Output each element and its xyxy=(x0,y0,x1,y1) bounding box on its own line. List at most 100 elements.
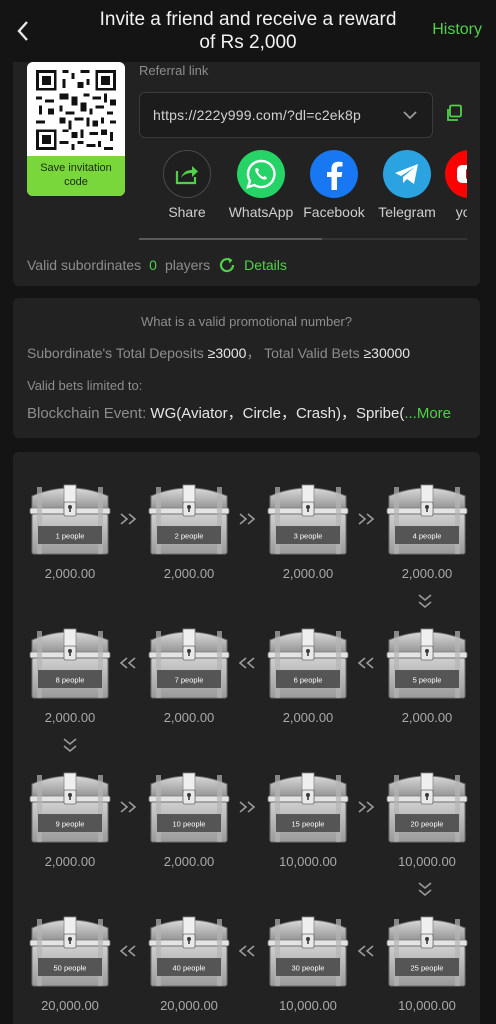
valid-subordinates-row: Valid subordinates 0 players Details xyxy=(27,255,287,275)
reward-chest[interactable]: 7 people 2,000.00 xyxy=(144,626,234,725)
chest-icon: 4 people xyxy=(386,484,468,555)
reward-chest[interactable]: 8 people 2,000.00 xyxy=(25,626,115,725)
chest-reward-amount: 2,000.00 xyxy=(44,710,96,725)
chest-reward-amount: 2,000.00 xyxy=(44,854,96,869)
chest-reward-amount: 20,000.00 xyxy=(41,998,99,1013)
arrow-down-icon xyxy=(62,738,82,753)
share-option-youtube[interactable]: yout xyxy=(433,150,467,220)
referral-card: Save invitation code Referral link https… xyxy=(13,52,480,286)
valid-subordinates-unit: players xyxy=(164,257,211,273)
share-option-facebook[interactable]: Facebook xyxy=(298,150,370,220)
chest-reward-amount: 2,000.00 xyxy=(163,710,215,725)
svg-text:10 people: 10 people xyxy=(173,820,206,829)
event-label: Blockchain Event: xyxy=(27,405,147,422)
svg-text:9 people: 9 people xyxy=(56,820,85,829)
youtube-icon xyxy=(445,150,467,198)
arrow-right-icon xyxy=(238,512,258,526)
svg-text:50 people: 50 people xyxy=(54,964,87,973)
reward-chest[interactable]: 15 people 10,000.00 xyxy=(263,770,353,869)
reward-chest[interactable]: 40 people 20,000.00 xyxy=(144,914,234,1013)
arrow-left-icon xyxy=(238,656,258,670)
chest-reward-amount: 10,000.00 xyxy=(279,854,337,869)
chest-reward-amount: 2,000.00 xyxy=(44,566,96,581)
qr-code-panel: Save invitation code xyxy=(27,62,125,196)
chest-reward-amount: 2,000.00 xyxy=(401,566,453,581)
reward-chest[interactable]: 1 people 2,000.00 xyxy=(25,482,115,581)
svg-text:30 people: 30 people xyxy=(292,964,325,973)
chest-icon: 2 people xyxy=(148,484,230,555)
chest-reward-amount: 2,000.00 xyxy=(282,566,334,581)
arrow-right-icon xyxy=(357,512,377,526)
copy-icon[interactable] xyxy=(445,104,463,122)
qr-code[interactable] xyxy=(33,67,119,153)
share-option-whatsapp[interactable]: WhatsApp xyxy=(225,150,297,220)
share-options: Share WhatsApp Facebook Telegram yout xyxy=(149,150,467,230)
reward-chest[interactable]: 25 people 10,000.00 xyxy=(382,914,472,1013)
back-button[interactable] xyxy=(10,18,36,44)
top-bar: Invite a friend and receive a reward of … xyxy=(0,0,496,62)
chevron-down-icon xyxy=(403,111,417,120)
bets-label: Total Valid Bets xyxy=(264,345,360,361)
chest-reward-amount: 10,000.00 xyxy=(279,998,337,1013)
chest-reward-amount: 2,000.00 xyxy=(163,566,215,581)
chest-icon: 40 people xyxy=(148,916,230,987)
svg-text:20 people: 20 people xyxy=(411,820,444,829)
reward-chest[interactable]: 50 people 20,000.00 xyxy=(25,914,115,1013)
more-link[interactable]: ...More xyxy=(404,405,451,422)
share-option-label: Share xyxy=(168,204,206,220)
telegram-icon xyxy=(383,150,431,198)
chest-reward-amount: 2,000.00 xyxy=(163,854,215,869)
reward-chest[interactable]: 20 people 10,000.00 xyxy=(382,770,472,869)
chest-icon: 10 people xyxy=(148,772,230,843)
share-option-share[interactable]: Share xyxy=(151,150,223,220)
arrow-left-icon xyxy=(119,944,139,958)
svg-text:25 people: 25 people xyxy=(411,964,444,973)
share-icon xyxy=(163,150,211,198)
whatsapp-icon xyxy=(237,150,285,198)
chest-reward-amount: 2,000.00 xyxy=(282,710,334,725)
chevron-left-icon xyxy=(17,21,28,41)
referral-link-field[interactable]: https://222y999.com/?dl=c2ek8p xyxy=(139,92,433,138)
reward-chest[interactable]: 6 people 2,000.00 xyxy=(263,626,353,725)
history-link[interactable]: History xyxy=(432,21,482,39)
valid-bets-limited-label: Valid bets limited to: xyxy=(27,378,143,393)
arrow-down-icon xyxy=(417,882,437,897)
facebook-icon xyxy=(310,150,358,198)
page-title: Invite a friend and receive a reward of … xyxy=(99,9,397,53)
chest-reward-amount: 20,000.00 xyxy=(160,998,218,1013)
bets-value: ≥30000 xyxy=(363,345,411,361)
referral-link-value: https://222y999.com/?dl=c2ek8p xyxy=(153,107,361,123)
referral-link-label: Referral link xyxy=(139,63,209,78)
reward-chest[interactable]: 3 people 2,000.00 xyxy=(263,482,353,581)
chest-icon: 1 people xyxy=(29,484,111,555)
reward-chest[interactable]: 9 people 2,000.00 xyxy=(25,770,115,869)
svg-text:7 people: 7 people xyxy=(175,676,204,685)
svg-text:8 people: 8 people xyxy=(56,676,85,685)
reward-chest[interactable]: 4 people 2,000.00 xyxy=(382,482,472,581)
chest-icon: 7 people xyxy=(148,628,230,699)
reward-chest[interactable]: 2 people 2,000.00 xyxy=(144,482,234,581)
share-scrollbar[interactable] xyxy=(139,238,467,240)
refresh-icon xyxy=(220,257,235,273)
svg-text:1 people: 1 people xyxy=(56,532,85,541)
share-scrollbar-thumb[interactable] xyxy=(139,238,322,240)
svg-text:6 people: 6 people xyxy=(294,676,323,685)
chest-icon: 20 people xyxy=(386,772,468,843)
reward-chest[interactable]: 30 people 10,000.00 xyxy=(263,914,353,1013)
details-label: Details xyxy=(244,257,287,273)
share-option-label: Facebook xyxy=(303,204,365,220)
arrow-right-icon xyxy=(238,800,258,814)
arrow-right-icon xyxy=(119,512,139,526)
share-option-label: yout xyxy=(455,204,467,220)
chest-icon: 50 people xyxy=(29,916,111,987)
arrow-left-icon xyxy=(238,944,258,958)
rules-title: What is a valid promotional number? xyxy=(141,314,352,329)
valid-bets-events: Blockchain Event: WG(Aviator，Circle，Cras… xyxy=(27,402,451,423)
save-invitation-code-button[interactable]: Save invitation code xyxy=(27,156,125,196)
deposits-value: ≥3000 xyxy=(207,345,247,361)
reward-chest[interactable]: 10 people 2,000.00 xyxy=(144,770,234,869)
valid-subordinates-label: Valid subordinates xyxy=(27,257,142,273)
reward-chest[interactable]: 5 people 2,000.00 xyxy=(382,626,472,725)
chest-reward-amount: 10,000.00 xyxy=(398,998,456,1013)
details-button[interactable]: Details xyxy=(218,256,287,274)
